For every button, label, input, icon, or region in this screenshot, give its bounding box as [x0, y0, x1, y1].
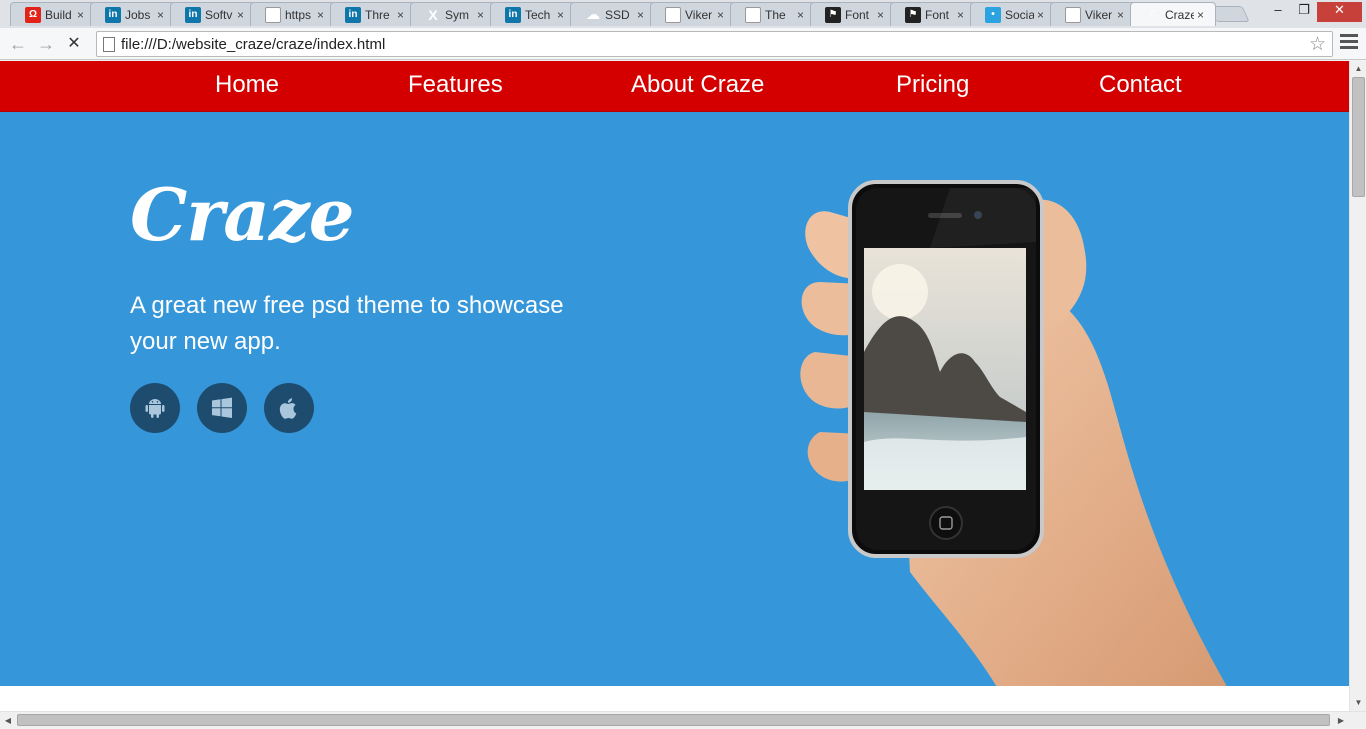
page-icon [1065, 6, 1081, 23]
scroll-right-icon[interactable]: ▶ [1333, 712, 1349, 729]
android-icon [145, 399, 165, 418]
restore-button[interactable]: ❐ [1290, 2, 1318, 22]
tab-close-icon[interactable]: × [157, 8, 169, 22]
address-bar[interactable]: file:///D:/website_craze/craze/index.htm… [96, 31, 1333, 57]
tab-close-icon[interactable]: × [237, 8, 249, 22]
page-viewport: Home Features About Craze Pricing Contac… [0, 61, 1349, 711]
tab-title: The [765, 7, 786, 22]
browser-tab-bar: Ω Build × in Jobs × in Softv × https × i… [0, 0, 1366, 28]
horizontal-scrollbar[interactable]: ◀ ▶ [0, 711, 1366, 728]
linkedin-icon: in [345, 6, 361, 23]
android-button[interactable] [130, 383, 180, 433]
tab-close-icon[interactable]: × [1037, 8, 1049, 22]
linkedin-icon: in [505, 6, 521, 23]
tab-title: Socia [1005, 7, 1034, 22]
linkedin-icon: in [185, 6, 201, 23]
nav-pricing[interactable]: Pricing [896, 71, 969, 99]
apple-button[interactable] [264, 383, 314, 433]
tab-close-icon[interactable]: × [797, 8, 809, 22]
vertical-scrollbar[interactable]: ▲ ▼ [1349, 61, 1366, 711]
tab-title: SSD [605, 7, 630, 22]
tab-title: Viker [685, 7, 713, 22]
browser-tab[interactable]: Viker × [650, 2, 736, 26]
tab-title: Sym [445, 7, 469, 22]
browser-tab[interactable]: The × [730, 2, 816, 26]
tab-title: Thre [365, 7, 390, 22]
url-text[interactable]: file:///D:/website_craze/craze/index.htm… [121, 36, 385, 53]
tab-close-icon[interactable]: × [717, 8, 729, 22]
tab-title: Font [845, 7, 870, 22]
linkedin-icon: in [105, 6, 121, 23]
page-icon [745, 6, 761, 23]
tab-close-icon[interactable]: × [477, 8, 489, 22]
nav-contact[interactable]: Contact [1099, 71, 1182, 99]
stop-button[interactable]: ✕ [62, 32, 86, 56]
browser-tab[interactable]: in Tech × [490, 2, 576, 26]
tab-title: Font [925, 7, 950, 22]
tab-close-icon[interactable]: × [317, 8, 329, 22]
tab-close-icon[interactable]: × [557, 8, 569, 22]
vertical-scroll-thumb[interactable] [1352, 77, 1365, 197]
tab-close-icon[interactable]: × [397, 8, 409, 22]
tab-close-icon[interactable]: × [1197, 8, 1209, 22]
scroll-down-icon[interactable]: ▼ [1350, 695, 1366, 711]
tab-close-icon[interactable]: × [957, 8, 969, 22]
browser-tab[interactable]: ☁ SSD × [570, 2, 656, 26]
browser-tab[interactable]: Viker × [1050, 2, 1136, 26]
horizontal-scroll-thumb[interactable] [17, 714, 1330, 726]
forward-button[interactable]: → [34, 32, 58, 56]
browser-tab[interactable]: ⚑ Font × [890, 2, 976, 26]
phone-in-hand-illustration [800, 180, 1227, 686]
flag-icon: ⚑ [905, 6, 921, 23]
bookmark-star-icon[interactable]: ☆ [1309, 33, 1326, 56]
main-nav: Home Features About Craze Pricing Contac… [0, 61, 1349, 112]
hero-section: Craze A great new free psd theme to show… [0, 112, 1349, 686]
hero-tagline: A great new free psd theme to showcase y… [130, 292, 564, 355]
minimize-button[interactable]: – [1264, 2, 1292, 22]
flag-icon: ⚑ [825, 6, 841, 23]
craze-logo: Craze [130, 172, 355, 257]
loading-icon: ◜ [1150, 6, 1156, 22]
close-window-button[interactable]: ✕ [1317, 2, 1362, 22]
tab-title: Jobs [125, 7, 151, 22]
tab-close-icon[interactable]: × [1117, 8, 1129, 22]
browser-tab[interactable]: in Thre × [330, 2, 416, 26]
tab-title: Viker [1085, 7, 1113, 22]
browser-tab[interactable]: ⚑ Font × [810, 2, 896, 26]
windows-button[interactable] [197, 383, 247, 433]
cloud-icon: ☁ [586, 6, 600, 22]
browser-tab[interactable]: • Socia × [970, 2, 1056, 26]
browser-tab[interactable]: Ω Build × [10, 2, 96, 26]
page-icon [265, 6, 281, 23]
tab-title: https [285, 7, 312, 22]
nav-home[interactable]: Home [215, 71, 279, 99]
tab-title: Craze [1165, 7, 1194, 22]
tab-title: Softv [205, 7, 233, 22]
windows-icon [212, 397, 232, 418]
tab-close-icon[interactable]: × [77, 8, 89, 22]
menu-icon[interactable] [1340, 34, 1358, 52]
x-icon: X [428, 6, 438, 23]
page-icon [103, 37, 115, 52]
browser-tab[interactable]: X Sym × [410, 2, 496, 26]
nav-features[interactable]: Features [408, 71, 503, 99]
browser-toolbar: ← → ✕ file:///D:/website_craze/craze/ind… [0, 28, 1366, 60]
nav-about[interactable]: About Craze [631, 71, 764, 99]
page-icon [665, 6, 681, 23]
browser-tab[interactable]: https × [250, 2, 336, 26]
browser-tab[interactable]: in Softv × [170, 2, 256, 26]
browser-tab[interactable]: in Jobs × [90, 2, 176, 26]
tab-close-icon[interactable]: × [877, 8, 889, 22]
tab-title: Tech [525, 7, 551, 22]
scroll-up-icon[interactable]: ▲ [1350, 61, 1366, 77]
tab-close-icon[interactable]: × [637, 8, 649, 22]
scroll-left-icon[interactable]: ◀ [0, 712, 16, 729]
back-button[interactable]: ← [6, 32, 30, 56]
browser-tab-active[interactable]: ◜ Craze × [1130, 2, 1216, 26]
tab-title: Build [45, 7, 72, 22]
apple-icon [279, 398, 297, 419]
red-icon: Ω [25, 6, 41, 23]
social-icon: • [985, 6, 1001, 23]
